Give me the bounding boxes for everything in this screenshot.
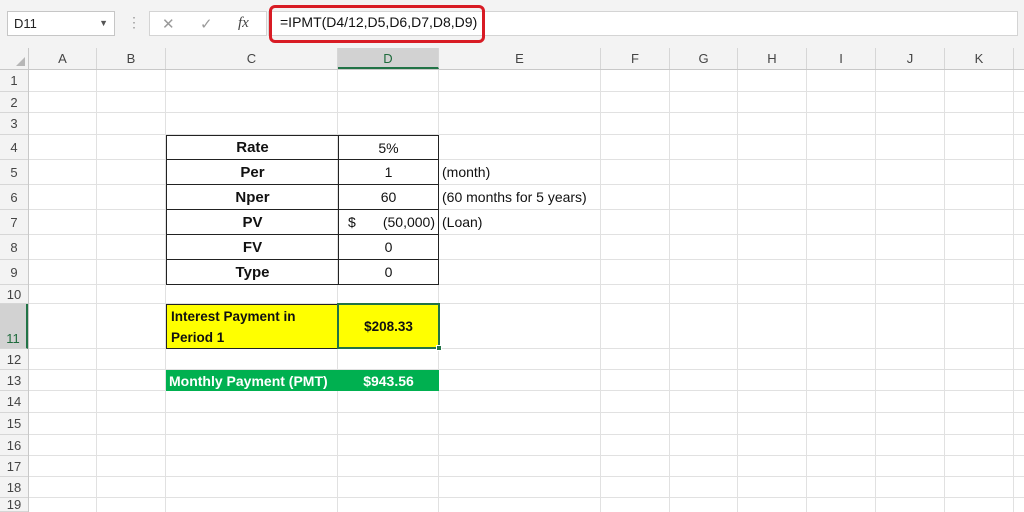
pv-value: (50,000): [382, 214, 435, 230]
column-header-c[interactable]: C: [166, 48, 338, 69]
column-header-k[interactable]: K: [945, 48, 1014, 69]
column-header-f[interactable]: F: [601, 48, 670, 69]
grid-col-line: [600, 70, 601, 512]
column-header-b[interactable]: B: [97, 48, 166, 69]
row-header-17[interactable]: 17: [0, 456, 28, 477]
row-header-7[interactable]: 7: [0, 210, 28, 235]
grid-row-line: [29, 412, 1024, 413]
row-header-10[interactable]: 10: [0, 285, 28, 304]
type-label[interactable]: Type: [166, 259, 339, 285]
nper-label[interactable]: Nper: [166, 184, 339, 210]
fv-label[interactable]: FV: [166, 234, 339, 260]
grid-col-line: [737, 70, 738, 512]
pv-label[interactable]: PV: [166, 209, 339, 235]
name-box-value: D11: [14, 16, 37, 31]
enter-icon[interactable]: ✓: [200, 15, 213, 33]
grid-row-line: [29, 91, 1024, 92]
grid-col-line: [944, 70, 945, 512]
row-header-15[interactable]: 15: [0, 413, 28, 435]
column-header-a[interactable]: A: [29, 48, 97, 69]
nper-value[interactable]: 60: [338, 184, 439, 210]
row-header-13[interactable]: 13: [0, 370, 28, 391]
rate-label[interactable]: Rate: [166, 135, 339, 160]
grid-row-line: [29, 497, 1024, 498]
pmt-label[interactable]: Monthly Payment (PMT): [166, 370, 339, 391]
row-header-14[interactable]: 14: [0, 391, 28, 413]
grid-row-line: [29, 455, 1024, 456]
formula-buttons: ✕ ✓ fx: [149, 11, 267, 36]
grid-col-line: [96, 70, 97, 512]
grid-row-line: [29, 434, 1024, 435]
column-headers: ABCDEFGHIJK: [0, 48, 1024, 70]
active-cell-border: [337, 303, 440, 349]
nper-note[interactable]: (60 months for 5 years): [439, 184, 587, 210]
pv-note[interactable]: (Loan): [439, 209, 482, 235]
column-header-j[interactable]: J: [876, 48, 945, 69]
column-header-i[interactable]: I: [807, 48, 876, 69]
row-headers: 1 2 3 4 5 6 7 8 9 10 11 12 13 14 15 16 17 18 19: [0, 70, 29, 512]
more-options-icon[interactable]: ⋮: [127, 13, 141, 31]
fv-value[interactable]: 0: [338, 234, 439, 260]
row-header-6[interactable]: 6: [0, 185, 28, 210]
formula-highlight-box: [269, 5, 485, 43]
column-header-d[interactable]: D: [338, 48, 439, 69]
grid-col-line: [1013, 70, 1014, 512]
interest-payment-label-text: Interest Payment in Period 1: [171, 308, 296, 345]
name-box[interactable]: D11 ▼: [7, 11, 115, 36]
cancel-icon[interactable]: ✕: [162, 15, 175, 33]
row-header-2[interactable]: 2: [0, 92, 28, 113]
row-header-8[interactable]: 8: [0, 235, 28, 260]
grid-row-line: [29, 112, 1024, 113]
fill-handle[interactable]: [436, 345, 442, 351]
per-label[interactable]: Per: [166, 159, 339, 185]
row-header-19[interactable]: 19: [0, 497, 28, 512]
rate-value[interactable]: 5%: [338, 135, 439, 160]
formula-bar-area: D11 ▼ ⋮ ✕ ✓ fx =IPMT(D4/12,D5,D6,D7,D8,D…: [0, 0, 1024, 48]
interest-payment-label[interactable]: Interest Payment in Period 1: [166, 304, 339, 349]
row-header-18[interactable]: 18: [0, 477, 28, 498]
row-header-11[interactable]: 11: [0, 304, 28, 349]
column-header-g[interactable]: G: [670, 48, 738, 69]
row-header-12[interactable]: 12: [0, 349, 28, 370]
type-value[interactable]: 0: [338, 259, 439, 285]
row-header-4[interactable]: 4: [0, 135, 28, 160]
pv-currency: $: [348, 214, 356, 230]
pv-value-cell[interactable]: $ (50,000): [338, 209, 439, 235]
per-note[interactable]: (month): [439, 159, 490, 185]
chevron-down-icon[interactable]: ▼: [99, 12, 108, 35]
grid-col-line: [669, 70, 670, 512]
per-value[interactable]: 1: [338, 159, 439, 185]
insert-function-icon[interactable]: fx: [238, 15, 249, 32]
select-all-button[interactable]: [0, 48, 29, 69]
grid-row-line: [29, 476, 1024, 477]
row-header-5[interactable]: 5: [0, 160, 28, 185]
column-header-e[interactable]: E: [439, 48, 601, 69]
column-header-h[interactable]: H: [738, 48, 807, 69]
row-header-9[interactable]: 9: [0, 260, 28, 285]
grid-col-line: [875, 70, 876, 512]
pmt-value[interactable]: $943.56: [338, 370, 439, 391]
row-header-1[interactable]: 1: [0, 70, 28, 92]
grid-col-line: [806, 70, 807, 512]
row-header-3[interactable]: 3: [0, 113, 28, 135]
row-header-16[interactable]: 16: [0, 435, 28, 456]
